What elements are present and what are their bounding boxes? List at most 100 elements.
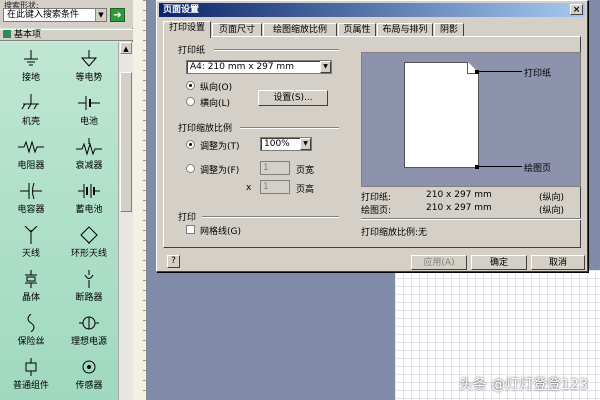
tab-label: 阴影: [439, 25, 458, 35]
attenuator-icon: [76, 138, 102, 156]
gridlines-checkbox[interactable]: [186, 225, 195, 234]
shape-grid: 接地 等电势 机壳 电池 电阻器 衰减器 电容器 蓄电池 天线 环形天线 晶体 …: [0, 42, 118, 400]
tab-layout-routing[interactable]: 布局与排列: [377, 23, 433, 37]
shape-item[interactable]: 理想电源: [60, 310, 118, 350]
tab-page-size[interactable]: 页面尺寸: [212, 23, 262, 37]
tab-label: 绘图缩放比例: [272, 25, 327, 35]
tab-shadows[interactable]: 阴影: [434, 23, 464, 37]
ok-button[interactable]: 确定: [471, 255, 527, 270]
shape-label: 等电势: [75, 73, 103, 83]
fit-to-label[interactable]: 调整为(F): [200, 163, 239, 176]
shape-label: 电阻器: [17, 161, 45, 171]
shapes-scrollbar[interactable]: ▲: [118, 42, 133, 400]
capacitor-icon: [20, 182, 42, 200]
tab-page-properties[interactable]: 页属性: [338, 23, 376, 37]
equipotential-icon: [80, 50, 98, 67]
shape-item[interactable]: 断路器: [60, 266, 118, 306]
breaker-icon: [84, 270, 94, 288]
paper-size-select[interactable]: A4: 210 mm x 297 mm ▼: [186, 60, 332, 74]
chevron-down-icon[interactable]: ▼: [300, 138, 311, 150]
close-button[interactable]: ×: [570, 4, 583, 15]
shape-item[interactable]: 电容器: [2, 178, 60, 218]
fit-times-label: x: [246, 183, 252, 193]
shape-item[interactable]: 机壳: [2, 90, 60, 130]
shape-item[interactable]: 天线: [2, 222, 60, 262]
info-divider: [361, 218, 581, 220]
landscape-radio[interactable]: [186, 97, 195, 106]
chassis-icon: [21, 94, 39, 110]
paper-info-value: 210 x 297 mm: [426, 190, 492, 200]
generic-component-icon: [25, 358, 37, 376]
adjust-to-label[interactable]: 调整为(T): [200, 139, 240, 152]
sensor-icon: [82, 360, 96, 374]
landscape-label[interactable]: 横向(L): [200, 96, 230, 109]
stencil-header[interactable]: 基本项: [0, 29, 133, 41]
print-zoom-info: 打印缩放比例:无: [361, 228, 428, 238]
fit-width-input[interactable]: 1: [260, 161, 290, 175]
group-divider: [214, 49, 339, 51]
tab-label: 页面尺寸: [218, 25, 255, 35]
preview-drawing-label: 绘图页: [524, 164, 552, 174]
shape-label: 理想电源: [70, 337, 107, 347]
dialog-title-bar[interactable]: 页面设置 ×: [159, 3, 585, 17]
shape-item[interactable]: 传感器: [60, 354, 118, 394]
fit-height-input[interactable]: 1: [260, 180, 290, 194]
portrait-label[interactable]: 纵向(O): [200, 80, 232, 93]
drawing-info-value: 210 x 297 mm: [426, 203, 492, 213]
shape-label: 电池: [79, 117, 98, 127]
page-preview: 打印纸 绘图页: [361, 52, 581, 187]
shape-item[interactable]: 等电势: [60, 46, 118, 86]
shape-label: 衰减器: [75, 161, 103, 171]
dialog-title: 页面设置: [163, 5, 200, 15]
adjust-to-radio[interactable]: [186, 140, 195, 149]
shape-label: 断路器: [75, 293, 103, 303]
chevron-down-icon[interactable]: ▼: [320, 61, 331, 73]
help-button[interactable]: ?: [167, 255, 180, 268]
fit-to-radio[interactable]: [186, 164, 195, 173]
fuse-icon: [27, 314, 35, 332]
preview-paper: [404, 62, 479, 168]
shape-label: 晶体: [21, 293, 40, 303]
shape-label: 机壳: [21, 117, 40, 127]
tab-drawing-scale[interactable]: 绘图缩放比例: [263, 23, 337, 37]
tab-print-setup[interactable]: 打印设置: [163, 21, 211, 38]
paper-size-value: A4: 210 mm x 297 mm: [190, 62, 294, 72]
scrollbar-thumb[interactable]: [120, 72, 132, 212]
shape-item[interactable]: 保险丝: [2, 310, 60, 350]
shape-item[interactable]: 蓄电池: [60, 178, 118, 218]
shape-label: 环形天线: [70, 249, 107, 259]
portrait-radio[interactable]: [186, 81, 195, 90]
paper-info-orientation: (纵向): [539, 193, 565, 203]
fit-height-unit: 页高: [296, 185, 315, 195]
cancel-button[interactable]: 取消: [531, 255, 585, 270]
shape-item[interactable]: 接地: [2, 46, 60, 86]
printer-setup-button[interactable]: 设置(S)...: [258, 90, 328, 106]
resistor-icon: [18, 140, 44, 154]
shape-label: 保险丝: [17, 337, 45, 347]
shape-item[interactable]: 衰减器: [60, 134, 118, 174]
shape-item[interactable]: 环形天线: [60, 222, 118, 262]
print-zoom-group-label: 打印缩放比例: [178, 124, 233, 134]
shape-item[interactable]: 电阻器: [2, 134, 60, 174]
gridlines-label[interactable]: 网格线(G): [200, 224, 241, 237]
shape-item[interactable]: 晶体: [2, 266, 60, 306]
vertical-ruler: [133, 0, 147, 400]
watermark-text: 头条 @灯灯登登123: [458, 377, 588, 393]
scroll-up-icon[interactable]: ▲: [120, 42, 132, 54]
shape-item[interactable]: 电池: [60, 90, 118, 130]
shape-label: 传感器: [75, 381, 103, 391]
printer-paper-group-label: 打印纸: [178, 46, 206, 56]
group-divider: [202, 216, 339, 218]
zoom-percent-value: 100%: [264, 139, 290, 149]
apply-button[interactable]: 应用(A): [411, 255, 467, 270]
shape-item[interactable]: 普通组件: [2, 354, 60, 394]
crystal-icon: [25, 270, 37, 288]
search-input-text: 在此键入搜索条件: [7, 10, 80, 20]
zoom-percent-select[interactable]: 100% ▼: [260, 137, 312, 151]
arrow-right-icon: ➔: [113, 10, 122, 21]
chevron-down-icon[interactable]: ▼: [95, 9, 106, 21]
preview-paper-label: 打印纸: [524, 69, 552, 79]
drawing-info-orientation: (纵向): [539, 206, 565, 216]
search-go-button[interactable]: ➔: [110, 8, 125, 22]
search-input[interactable]: 在此键入搜索条件 ▼: [3, 8, 107, 22]
